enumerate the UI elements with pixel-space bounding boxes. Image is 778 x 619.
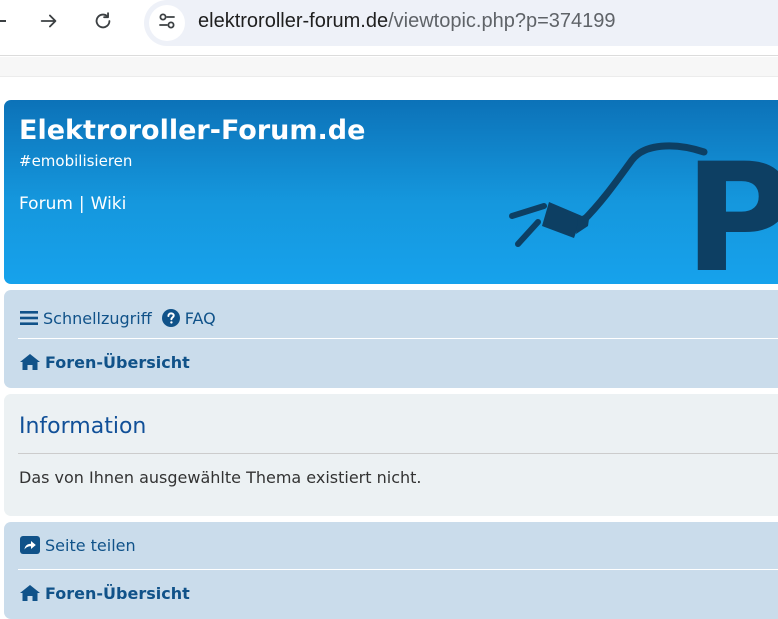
header-link-forum[interactable]: Forum <box>19 194 73 214</box>
navbar-top-links: Schnellzugriff FAQ <box>20 303 226 333</box>
forward-button[interactable] <box>34 8 64 38</box>
arrow-right-icon <box>38 10 60 36</box>
share-page-link[interactable]: Seite teilen <box>20 536 136 555</box>
browser-toolbar: elektroroller-forum.de/viewtopic.php?p=3… <box>0 0 778 56</box>
info-divider <box>18 453 778 454</box>
quick-access-link[interactable]: Schnellzugriff <box>20 309 152 328</box>
plug-body <box>542 202 582 238</box>
share-page-label: Seite teilen <box>45 535 136 555</box>
plug-prong-bottom <box>515 219 541 247</box>
info-title: Information <box>19 414 147 439</box>
site-title[interactable]: Elektroroller-Forum.de <box>19 115 365 146</box>
site-info-button[interactable] <box>149 5 185 41</box>
faq-link[interactable]: FAQ <box>161 308 216 328</box>
navbar-top: Schnellzugriff FAQ Foren-Übersicht <box>4 290 778 388</box>
site-tagline: #emobilisieren <box>19 152 133 170</box>
header-nav-separator: | <box>78 194 85 214</box>
question-circle-icon <box>161 309 180 327</box>
plug-prong-top <box>509 203 547 219</box>
information-panel: Information Das von Ihnen ausgewählte Th… <box>4 394 778 516</box>
reload-button[interactable] <box>88 8 118 38</box>
info-message: Das von Ihnen ausgewählte Thema existier… <box>19 468 422 487</box>
tune-icon <box>157 11 177 35</box>
logo-letter: P <box>684 132 778 280</box>
forum-index-label-top: Foren-Übersicht <box>45 352 190 372</box>
hamburger-icon <box>20 310 38 326</box>
url-path: /viewtopic.php?p=374199 <box>388 10 616 32</box>
share-square-icon <box>20 536 40 554</box>
url-text[interactable]: elektroroller-forum.de/viewtopic.php?p=3… <box>198 10 615 33</box>
navbar-bottom-links: Seite teilen <box>20 530 146 560</box>
address-bar[interactable]: elektroroller-forum.de/viewtopic.php?p=3… <box>144 0 778 46</box>
navbar-top-divider <box>18 338 778 339</box>
home-icon <box>20 354 40 370</box>
breadcrumb-bottom: Foren-Übersicht <box>20 578 200 608</box>
breadcrumb-top: Foren-Übersicht <box>20 347 200 377</box>
reload-icon <box>92 10 114 36</box>
forum-index-link-bottom[interactable]: Foren-Übersicht <box>20 584 190 603</box>
forum-index-label-bottom: Foren-Übersicht <box>45 583 190 603</box>
faq-label: FAQ <box>184 308 216 328</box>
home-icon <box>20 585 40 601</box>
navbar-bottom-divider <box>18 569 778 570</box>
plug-logo[interactable]: P <box>504 130 778 280</box>
forum-index-link-top[interactable]: Foren-Übersicht <box>20 353 190 372</box>
header-link-wiki[interactable]: Wiki <box>91 194 127 214</box>
url-host: elektroroller-forum.de <box>198 10 389 32</box>
bookmarks-strip <box>0 57 778 77</box>
navbar-bottom: Seite teilen Foren-Übersicht <box>4 522 778 619</box>
quick-access-label: Schnellzugriff <box>43 308 152 328</box>
header-nav: Forum | Wiki <box>19 194 126 214</box>
site-header: Elektroroller-Forum.de #emobilisieren Fo… <box>4 100 778 284</box>
back-button-edge[interactable] <box>0 20 6 22</box>
